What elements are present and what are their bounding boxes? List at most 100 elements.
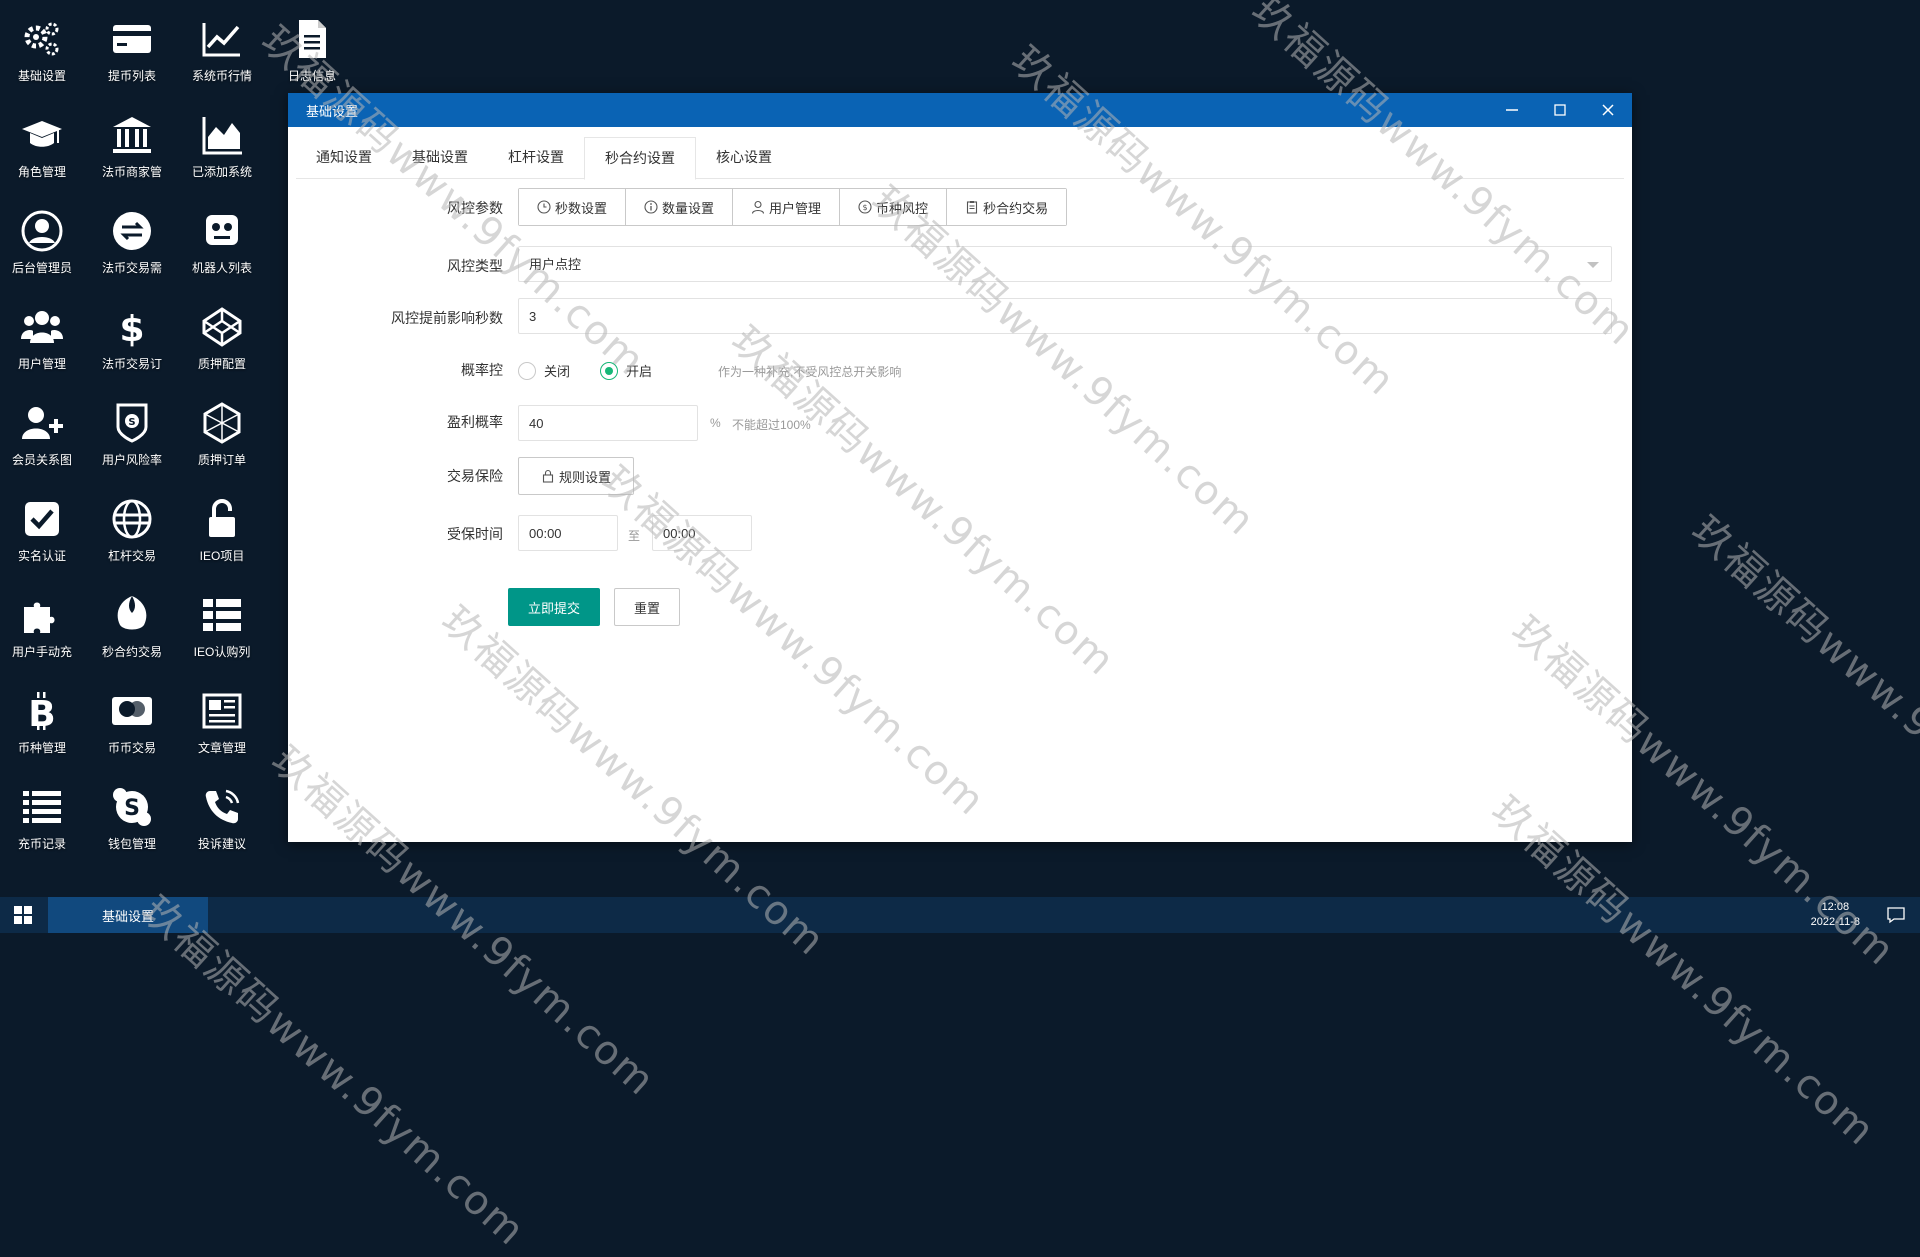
- desktop-icon-10[interactable]: 机器人列表: [180, 192, 264, 276]
- clock-icon: [537, 200, 551, 214]
- desktop-icon-13[interactable]: 质押配置: [180, 288, 264, 372]
- svg-text:S: S: [128, 417, 135, 428]
- desktop-icon-11[interactable]: 用户管理: [0, 288, 84, 372]
- quantity-settings-button[interactable]: 数量设置: [626, 189, 734, 225]
- user-plus-icon: [16, 398, 68, 447]
- close-button[interactable]: [1584, 93, 1632, 127]
- tab-second-contract[interactable]: 秒合约设置: [584, 137, 696, 180]
- bank-icon: [106, 110, 158, 159]
- probability-on-radio[interactable]: 开启: [600, 361, 652, 380]
- radio-circle: [518, 361, 536, 380]
- desktop-icon-6[interactable]: 法币商家管: [90, 96, 174, 180]
- minimize-button[interactable]: [1488, 93, 1536, 127]
- desktop-icon-8[interactable]: 后台管理员: [0, 192, 84, 276]
- tab-notify[interactable]: 通知设置: [296, 137, 392, 177]
- lock-icon: [542, 469, 554, 483]
- seconds-settings-button[interactable]: 秒数设置: [519, 189, 627, 225]
- probability-hint: 作为一种补充,不受风控总开关影响: [718, 365, 902, 379]
- desktop-icon-3[interactable]: 系统币行情: [180, 0, 264, 84]
- desktop-icon-label: 提币列表: [107, 69, 156, 83]
- insured-time-separator: 至: [628, 529, 641, 543]
- tab-core[interactable]: 核心设置: [696, 137, 792, 177]
- windows-logo-icon: [14, 906, 32, 924]
- bitcoin-icon: B: [16, 686, 68, 735]
- desktop-icon-9[interactable]: 法币交易需: [90, 192, 174, 276]
- info-icon: [644, 200, 658, 214]
- desktop-icon-2[interactable]: 提币列表: [90, 0, 174, 84]
- desktop-icon-label: 用户管理: [17, 357, 66, 371]
- desktop-icon-17[interactable]: 实名认证: [0, 480, 84, 564]
- rule-settings-button[interactable]: 规则设置: [518, 457, 634, 495]
- desktop-icon-16[interactable]: 质押订单: [180, 384, 264, 468]
- desktop-icon-23[interactable]: B 币种管理: [0, 672, 84, 756]
- dollar-circle-icon: $: [858, 200, 872, 214]
- insured-time-label: 受保时间: [447, 526, 503, 542]
- desktop-icon-15[interactable]: S 用户风险率: [90, 384, 174, 468]
- desktop-icon-12[interactable]: $ 法币交易订: [90, 288, 174, 372]
- desktop-icon-label: 文章管理: [197, 741, 246, 755]
- risk-type-label: 风控类型: [447, 258, 503, 274]
- globe-icon: [106, 494, 158, 543]
- maximize-button[interactable]: [1536, 93, 1584, 127]
- tab-leverage[interactable]: 杠杆设置: [488, 137, 584, 177]
- currency-risk-label: 币种风控: [876, 200, 929, 216]
- desktop-icon-label: 币币交易: [107, 741, 156, 755]
- desktop-icon-4[interactable]: 日志信息: [270, 0, 354, 84]
- desktop-icon-24[interactable]: 币币交易: [90, 672, 174, 756]
- tab-basic[interactable]: 基础设置: [392, 137, 488, 177]
- desktop-icon-label: 法币交易订: [101, 357, 162, 371]
- desktop-icon-28[interactable]: 投诉建议: [180, 768, 264, 852]
- probability-label: 概率控: [461, 362, 503, 378]
- profit-rate-input[interactable]: 40: [518, 405, 698, 441]
- desktop-icon-label: 后台管理员: [11, 261, 72, 275]
- desktop-icon-14[interactable]: 会员关系图: [0, 384, 84, 468]
- desktop-icon-18[interactable]: 杠杆交易: [90, 480, 174, 564]
- desktop-icon-5[interactable]: 角色管理: [0, 96, 84, 180]
- start-button[interactable]: [0, 897, 46, 933]
- desktop-icon-22[interactable]: IEO认购列: [180, 576, 264, 660]
- insured-time-end-input[interactable]: 00:00: [652, 515, 752, 551]
- insured-time-start-value: 00:00: [529, 526, 562, 541]
- desktop-icon-26[interactable]: 充币记录: [0, 768, 84, 852]
- graduation-cap-icon: [16, 110, 68, 159]
- desktop-icon-1[interactable]: 基础设置: [0, 0, 84, 84]
- window-titlebar[interactable]: 基础设置: [288, 93, 1632, 127]
- minimize-icon: [1506, 109, 1518, 111]
- risk-type-select[interactable]: 用户点控: [518, 246, 1612, 282]
- users-icon: [16, 302, 68, 351]
- desktop-icon-label: 杠杆交易: [107, 549, 156, 563]
- desktop-icon-label: 法币交易需: [101, 261, 162, 275]
- second-contract-trade-button[interactable]: 秒合约交易: [947, 189, 1067, 225]
- desktop-icon-25[interactable]: 文章管理: [180, 672, 264, 756]
- user-management-label: 用户管理: [769, 200, 822, 216]
- currency-risk-button[interactable]: $ 币种风控: [840, 189, 948, 225]
- taskbar-clock[interactable]: 12:08 2022-11-8: [1811, 900, 1860, 930]
- svg-text:$: $: [119, 309, 144, 349]
- desktop-icon-21[interactable]: 秒合约交易: [90, 576, 174, 660]
- svg-text:S: S: [124, 796, 140, 821]
- desktop-icon-label: 法币商家管: [101, 165, 162, 179]
- desktop-icon-7[interactable]: 已添加系统: [180, 96, 264, 180]
- svg-text:$: $: [863, 203, 868, 212]
- notification-icon[interactable]: [1886, 905, 1906, 925]
- desktop-icon-19[interactable]: IEO项目: [180, 480, 264, 564]
- probability-off-radio[interactable]: 关闭: [518, 361, 570, 380]
- gears-icon: [16, 14, 68, 63]
- codepen-icon: [196, 302, 248, 351]
- unlock-icon: [196, 494, 248, 543]
- desktop-icon-label: 角色管理: [17, 165, 66, 179]
- profit-rate-hint: 不能超过100%: [732, 418, 811, 432]
- shield-icon: S: [106, 398, 158, 447]
- taskbar-item-settings[interactable]: 基础设置: [48, 897, 208, 933]
- desktop-icon-label: IEO项目: [199, 549, 245, 563]
- user-management-button[interactable]: 用户管理: [733, 189, 841, 225]
- desktop-icon-27[interactable]: S 钱包管理: [90, 768, 174, 852]
- svg-text:B: B: [28, 694, 55, 733]
- maximize-icon: [1554, 104, 1566, 116]
- submit-button[interactable]: 立即提交: [508, 588, 600, 626]
- desktop-icon-20[interactable]: 用户手动充: [0, 576, 84, 660]
- advance-seconds-input[interactable]: 3: [518, 298, 1612, 334]
- insured-time-start-input[interactable]: 00:00: [518, 515, 618, 551]
- skype-icon: S: [106, 782, 158, 831]
- reset-button[interactable]: 重置: [614, 588, 680, 626]
